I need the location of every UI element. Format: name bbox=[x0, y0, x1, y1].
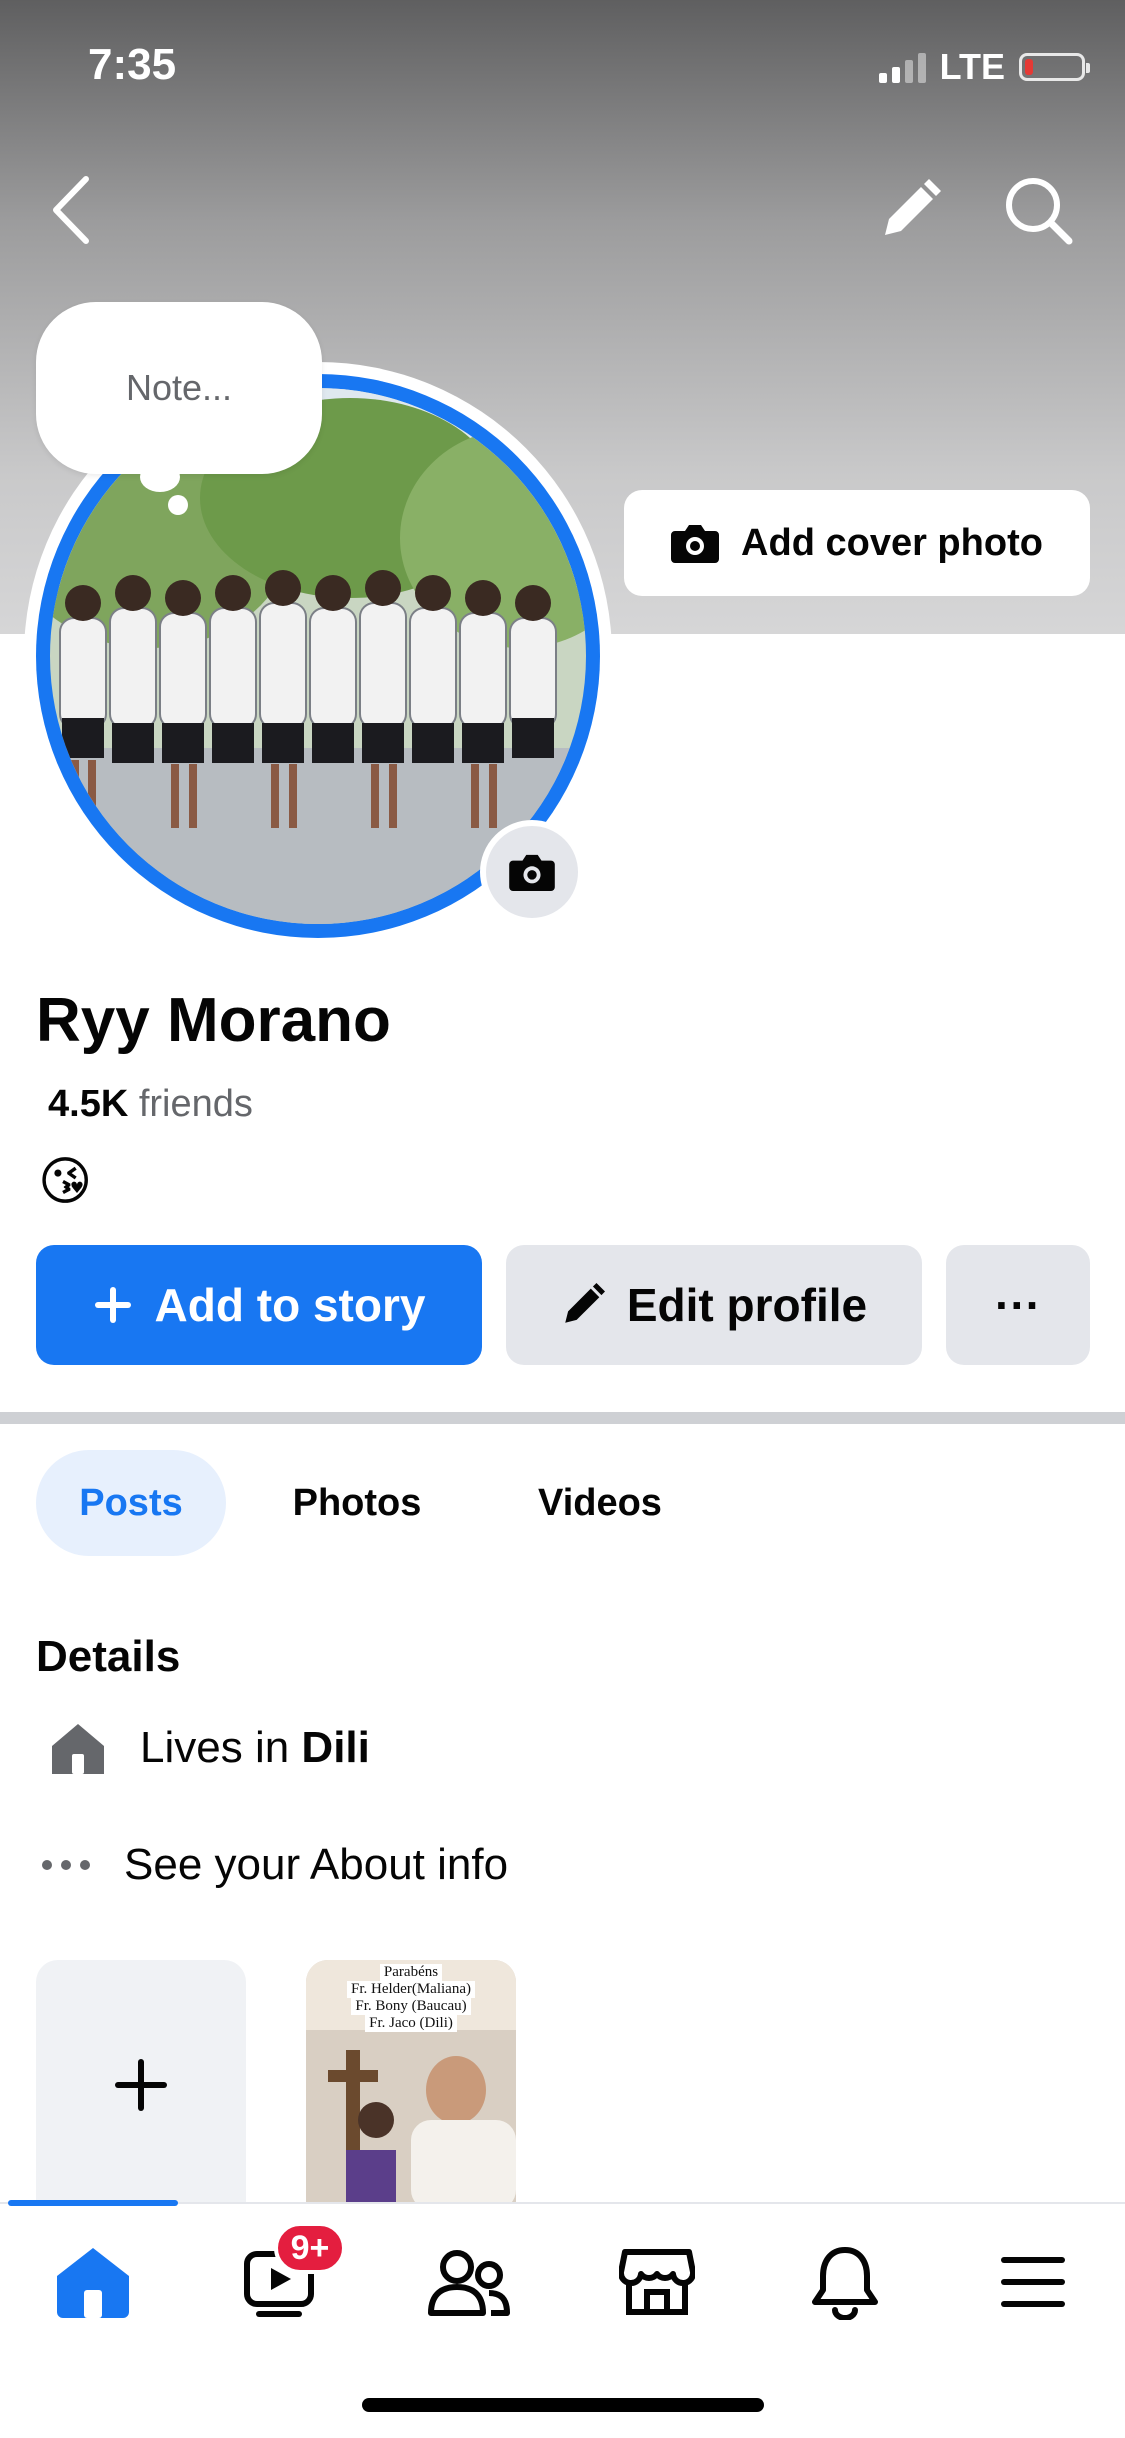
status-time: 7:35 bbox=[88, 40, 177, 89]
edit-profile-label: Edit profile bbox=[626, 1279, 868, 1331]
friends-label: friends bbox=[138, 1083, 253, 1125]
tab-posts[interactable]: Posts bbox=[36, 1450, 226, 1556]
note-tail bbox=[140, 462, 180, 492]
bell-icon bbox=[812, 2247, 878, 2320]
friends-icon bbox=[428, 2250, 510, 2316]
pencil-icon bbox=[565, 1283, 605, 1323]
story-line: Fr. Helder(Maliana) bbox=[347, 1981, 475, 1998]
details-heading: Details bbox=[36, 1632, 181, 1681]
ellipsis-icon bbox=[42, 1860, 90, 1870]
tab-videos[interactable]: Videos bbox=[500, 1450, 700, 1556]
plus-icon bbox=[94, 1287, 131, 1323]
search-icon bbox=[1006, 178, 1073, 245]
note-text: Note... bbox=[125, 367, 233, 408]
active-tab-indicator bbox=[8, 2200, 178, 2206]
nav-friends[interactable] bbox=[414, 2232, 524, 2332]
edit-profile-button[interactable]: Edit profile bbox=[506, 1245, 922, 1365]
lives-in-prefix: Lives in bbox=[140, 1723, 302, 1772]
edit-cover-button[interactable] bbox=[870, 170, 950, 250]
camera-icon bbox=[509, 854, 555, 891]
marketplace-icon bbox=[619, 2249, 695, 2315]
back-button[interactable] bbox=[30, 170, 110, 250]
story-thumbnail[interactable]: Parabéns Fr. Helder(Maliana) Fr. Bony (B… bbox=[306, 1960, 516, 2210]
add-cover-photo-label: Add cover photo bbox=[741, 521, 1043, 564]
home-icon bbox=[57, 2248, 129, 2318]
nav-menu[interactable] bbox=[978, 2232, 1088, 2332]
plus-icon bbox=[115, 2059, 167, 2111]
camera-icon bbox=[671, 525, 720, 563]
battery-icon bbox=[1019, 53, 1090, 81]
nav-home[interactable] bbox=[38, 2232, 148, 2332]
pencil-icon bbox=[885, 179, 941, 235]
note-tail-small bbox=[168, 495, 188, 515]
section-divider bbox=[0, 1412, 1125, 1424]
add-to-story-button[interactable]: Add to story bbox=[36, 1245, 482, 1365]
story-line: Fr. Bony (Baucau) bbox=[351, 1998, 471, 2015]
home-indicator[interactable] bbox=[362, 2398, 764, 2412]
lives-in-row[interactable]: Lives in Dili bbox=[36, 1720, 370, 1776]
chevron-left-icon bbox=[53, 176, 89, 244]
tab-photos[interactable]: Photos bbox=[260, 1450, 454, 1556]
about-info-row[interactable]: See your About info bbox=[36, 1840, 508, 1890]
profile-name: Ryy Morano bbox=[36, 986, 391, 1055]
lives-in-text: Lives in Dili bbox=[140, 1723, 370, 1773]
story-caption: Parabéns Fr. Helder(Maliana) Fr. Bony (B… bbox=[306, 1964, 516, 2032]
note-bubble[interactable]: Note... bbox=[36, 302, 322, 474]
lives-in-city: Dili bbox=[301, 1723, 370, 1772]
add-to-story-label: Add to story bbox=[154, 1279, 426, 1331]
friends-number: 4.5K bbox=[48, 1083, 129, 1125]
nav-marketplace[interactable] bbox=[602, 2232, 712, 2332]
change-avatar-button[interactable] bbox=[480, 820, 584, 924]
menu-icon bbox=[1001, 2257, 1065, 2307]
more-icon: ··· bbox=[995, 1279, 1041, 1331]
signal-icon bbox=[878, 51, 926, 83]
notification-badge: 9+ bbox=[274, 2222, 346, 2274]
network-label: LTE bbox=[939, 46, 1005, 87]
friends-count[interactable]: 4.5K friends bbox=[48, 1083, 253, 1126]
create-story-card[interactable] bbox=[36, 1960, 246, 2210]
house-icon bbox=[52, 1724, 104, 1774]
nav-notifications[interactable] bbox=[790, 2232, 900, 2332]
story-line: Fr. Jaco (Dili) bbox=[365, 2015, 457, 2032]
more-button[interactable]: ··· bbox=[946, 1245, 1090, 1365]
add-cover-photo-button[interactable]: Add cover photo bbox=[624, 490, 1090, 596]
bio-emoji: 😘 bbox=[38, 1153, 93, 1211]
search-button[interactable] bbox=[998, 170, 1078, 250]
story-line: Parabéns bbox=[379, 1964, 443, 1981]
status-indicators: LTE bbox=[878, 46, 1090, 88]
about-info-label: See your About info bbox=[124, 1840, 509, 1889]
